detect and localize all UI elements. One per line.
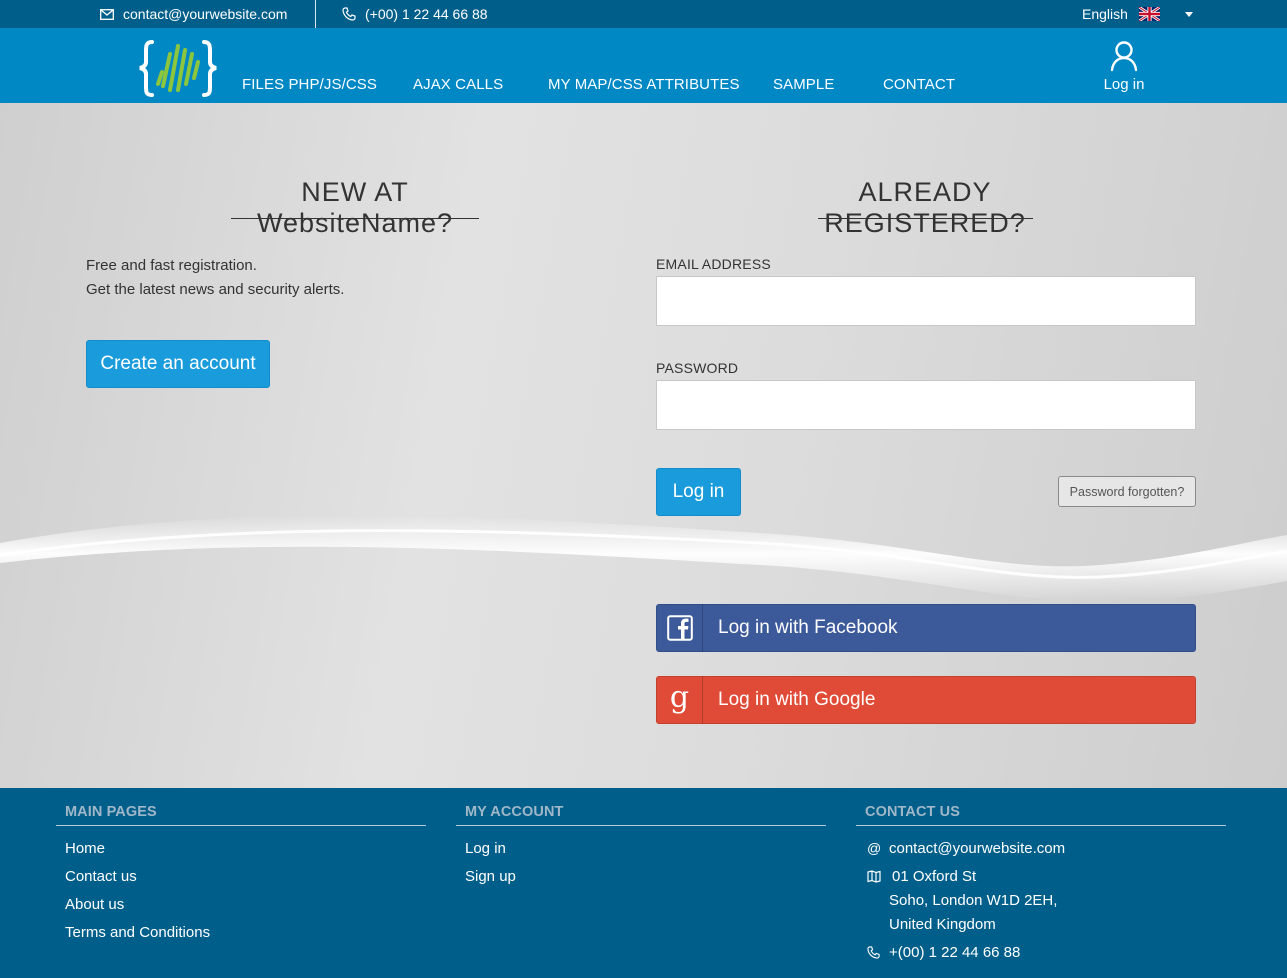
at-sign-icon: @ xyxy=(867,840,882,856)
intro-line-1: Free and fast registration. xyxy=(86,257,257,274)
footer-address-line-1: 01 Oxford St xyxy=(892,868,977,885)
footer-address-line-2: Soho, London W1D 2EH, xyxy=(889,892,1058,909)
phone-icon xyxy=(342,7,356,21)
nav-ajax-calls[interactable]: AJAX CALLS xyxy=(413,76,503,93)
footer-contact-title: CONTACT US xyxy=(856,804,1226,826)
new-user-heading: NEW AT WebsiteName? xyxy=(256,177,454,238)
footer-contact-us: CONTACT US @ contact@yourwebsite.com 01 … xyxy=(856,804,1226,961)
footer-contact-email[interactable]: @ contact@yourwebsite.com xyxy=(856,840,1226,868)
footer-link-login[interactable]: Log in xyxy=(465,840,506,857)
footer-link-about-us[interactable]: About us xyxy=(65,896,124,913)
phone-icon xyxy=(867,944,889,959)
footer-link-signup[interactable]: Sign up xyxy=(465,868,516,885)
email-label: EMAIL ADDRESS xyxy=(656,256,771,272)
intro-line-2: Get the latest news and security alerts. xyxy=(86,281,345,298)
main-navbar: FILES PHP/JS/CSS AJAX CALLS MY MAP/CSS A… xyxy=(0,28,1287,103)
google-icon: g xyxy=(657,676,703,724)
nav-login[interactable]: Log in xyxy=(1100,40,1148,93)
login-section: NEW AT WebsiteName? Free and fast regist… xyxy=(0,103,1287,788)
google-login-label: Log in with Google xyxy=(718,689,876,710)
footer-phone-text: +(00) 1 22 44 66 88 xyxy=(889,944,1021,961)
footer-link-home[interactable]: Home xyxy=(65,840,105,857)
map-icon xyxy=(867,868,889,883)
topbar-email-text: contact@yourwebsite.com xyxy=(123,6,288,22)
password-label: PASSWORD xyxy=(656,360,739,376)
footer-contact-address: 01 Oxford St Soho, London W1D 2EH, Unite… xyxy=(856,868,1226,937)
topbar-separator xyxy=(315,0,316,28)
nav-map-css[interactable]: MY MAP/CSS ATTRIBUTES xyxy=(548,76,740,93)
nav-sample[interactable]: SAMPLE xyxy=(773,76,834,93)
footer-link-terms[interactable]: Terms and Conditions xyxy=(65,924,210,941)
password-input[interactable] xyxy=(656,380,1196,430)
email-input[interactable] xyxy=(656,276,1196,326)
nav-login-label: Log in xyxy=(1103,76,1145,93)
login-button[interactable]: Log in xyxy=(656,468,741,516)
language-label: English xyxy=(1082,6,1128,22)
user-icon xyxy=(1110,41,1138,72)
footer-email-text: contact@yourwebsite.com xyxy=(889,840,1066,857)
facebook-login-label: Log in with Facebook xyxy=(718,617,898,638)
registered-heading: ALREADY REGISTERED? xyxy=(824,177,1026,238)
footer-contact-phone[interactable]: +(00) 1 22 44 66 88 xyxy=(856,944,1226,961)
registration-intro: Free and fast registration. Get the late… xyxy=(86,254,344,302)
language-selector[interactable]: English xyxy=(1082,0,1193,28)
footer-address-line-3: United Kingdom xyxy=(889,916,996,933)
registered-heading-underline xyxy=(818,218,1033,219)
uk-flag-icon xyxy=(1138,7,1160,21)
top-bar: contact@yourwebsite.com (+00) 1 22 44 66… xyxy=(0,0,1287,28)
topbar-phone-text: (+00) 1 22 44 66 88 xyxy=(365,6,488,22)
site-footer: MAIN PAGES Home Contact us About us Term… xyxy=(0,788,1287,978)
google-login-button[interactable]: g Log in with Google xyxy=(656,676,1196,724)
topbar-email[interactable]: contact@yourwebsite.com xyxy=(100,0,287,28)
nav-files[interactable]: FILES PHP/JS/CSS xyxy=(242,76,377,93)
site-logo[interactable] xyxy=(138,38,218,98)
footer-my-account-title: MY ACCOUNT xyxy=(456,804,826,826)
create-account-button[interactable]: Create an account xyxy=(86,340,270,388)
footer-link-contact-us[interactable]: Contact us xyxy=(65,868,137,885)
nav-contact[interactable]: CONTACT xyxy=(883,76,955,93)
footer-main-pages-title: MAIN PAGES xyxy=(56,804,426,826)
facebook-icon xyxy=(657,604,703,652)
envelope-icon xyxy=(100,8,114,20)
new-user-heading-underline xyxy=(231,218,479,219)
topbar-phone[interactable]: (+00) 1 22 44 66 88 xyxy=(342,0,488,28)
facebook-login-button[interactable]: Log in with Facebook xyxy=(656,604,1196,652)
password-forgotten-button[interactable]: Password forgotten? xyxy=(1058,476,1196,507)
footer-main-pages: MAIN PAGES Home Contact us About us Term… xyxy=(56,804,426,952)
footer-my-account: MY ACCOUNT Log in Sign up xyxy=(456,804,826,896)
chevron-down-icon xyxy=(1184,11,1193,17)
